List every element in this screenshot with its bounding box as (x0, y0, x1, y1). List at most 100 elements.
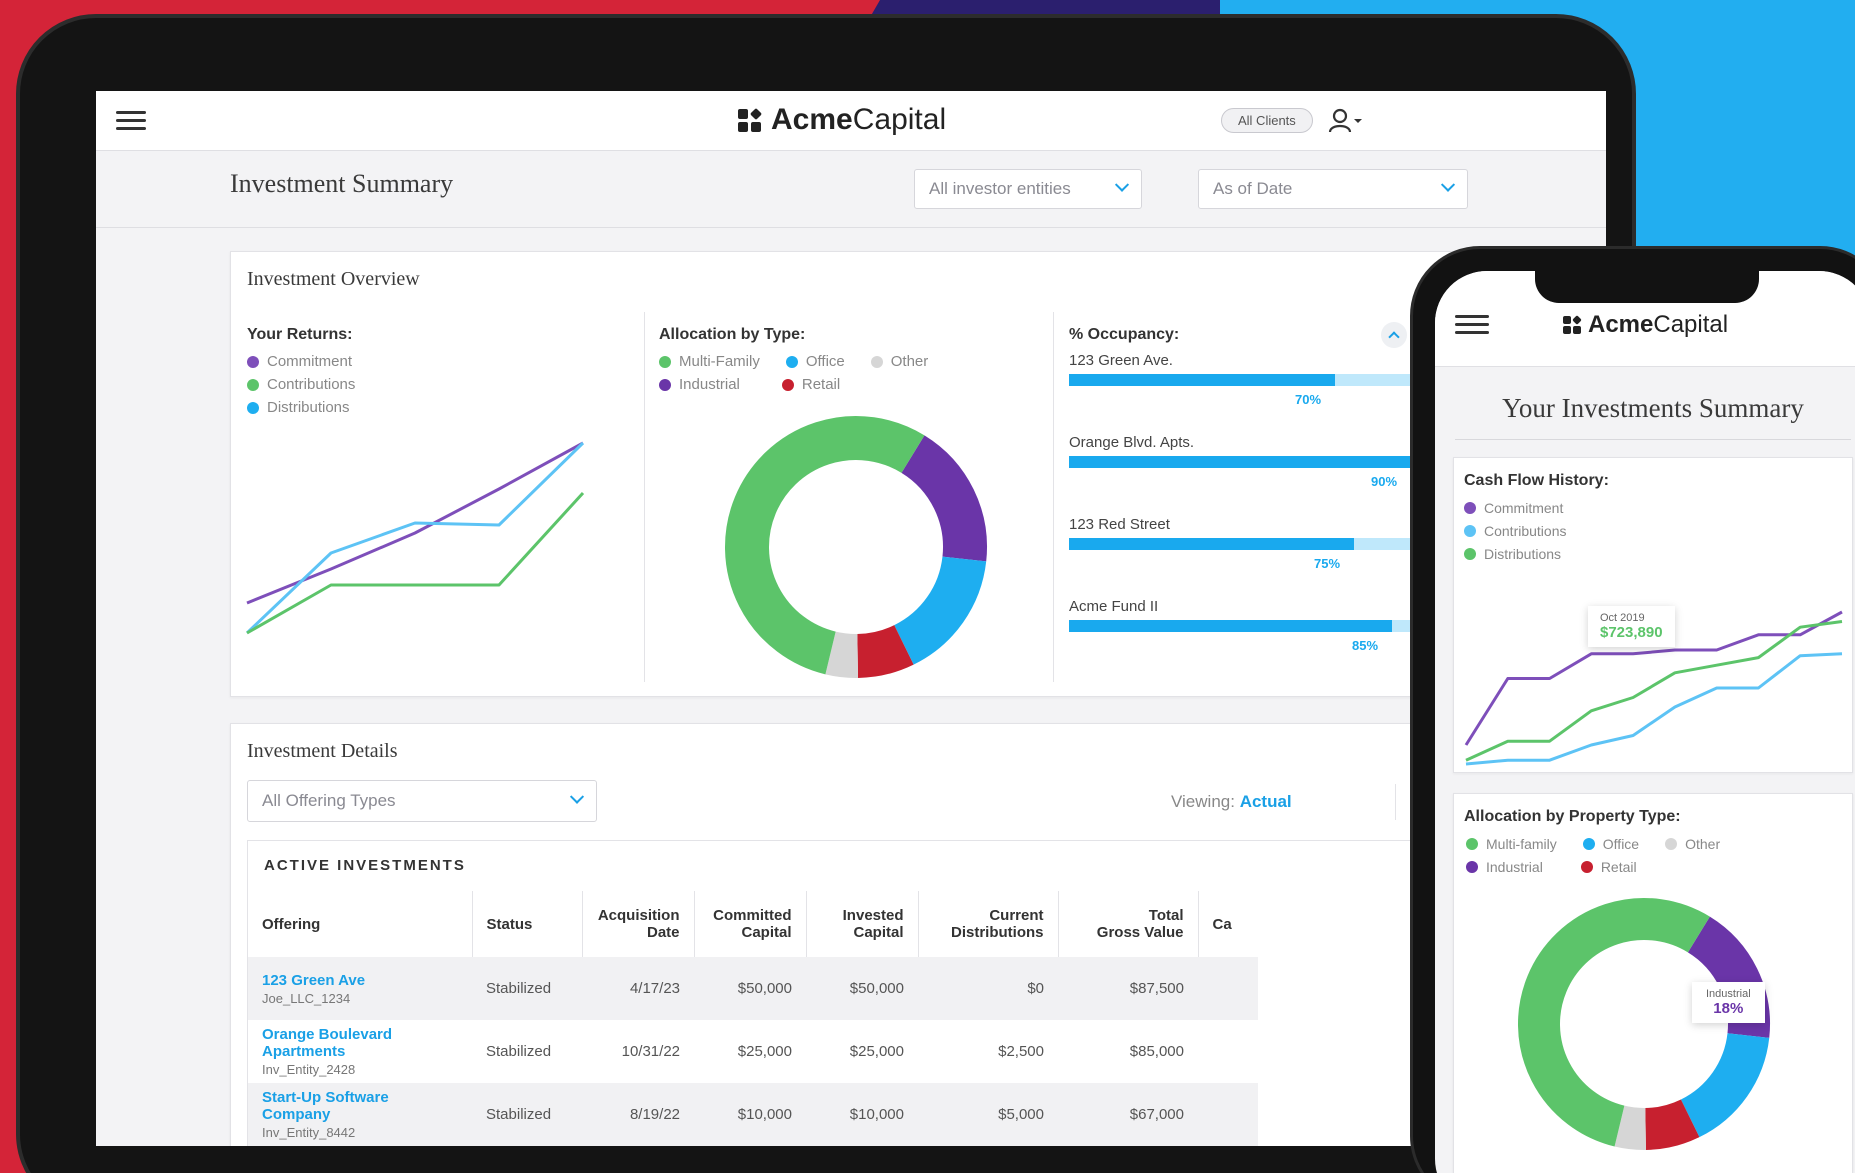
legend-label: Office (805, 353, 845, 370)
table-body: 123 Green Ave Joe_LLC_1234 Stabilized 4/17/… (248, 957, 1258, 1146)
column-header-line1: Total (1148, 907, 1184, 924)
legend-label: Other (890, 353, 929, 370)
column-header[interactable]: Current Distributions (918, 891, 1059, 957)
hamburger-menu-icon[interactable] (116, 111, 146, 131)
column-header-line2: Date (646, 924, 680, 941)
brand-light: Capital (852, 103, 947, 136)
column-header-line2: Gross Value (1096, 924, 1184, 941)
column-header[interactable]: Ca (1198, 891, 1258, 957)
table-row[interactable]: 123 Green Ave Joe_LLC_1234 Stabilized 4/17/… (248, 957, 1258, 1020)
allocation-legend-row: Industrial Retail (659, 373, 928, 396)
occupancy-bar-fill (1069, 538, 1354, 550)
table-row[interactable]: Start-Up Software Company Inv_Entity_8442… (248, 1083, 1258, 1146)
hamburger-menu-icon[interactable] (1455, 315, 1489, 335)
cash-flow-card: Cash Flow History: Commitment Contributi… (1453, 457, 1853, 773)
column-divider (1053, 312, 1054, 682)
entity-name: Inv_Entity_2428 (262, 1062, 356, 1077)
column-header[interactable]: Invested Capital (806, 891, 919, 957)
donut-slice-retail[interactable] (856, 624, 914, 678)
legend-dot (1466, 837, 1478, 850)
donut-slice-office[interactable] (1680, 1032, 1770, 1138)
legend-item-commitment: Commitment (1464, 496, 1567, 519)
allocation-legend-row: Industrial Retail (1466, 855, 1720, 878)
viewing-label: Viewing: (1171, 792, 1235, 811)
chevron-up-icon (1388, 331, 1400, 343)
offering-type-select[interactable]: All Offering Types (247, 780, 597, 822)
offering-link[interactable]: Orange Boulevard Apartments (262, 1026, 458, 1060)
page-title: Investment Summary (230, 169, 454, 198)
occupancy-percent: 70% (1295, 392, 1322, 407)
committed-cell: $10,000 (694, 1083, 806, 1146)
tablet-frame: AcmeCapital All Clients Investment Summa… (16, 14, 1636, 1173)
overview-title: Investment Overview (247, 268, 420, 290)
offering-cell: Orange Boulevard Apartments Inv_Entity_24… (248, 1020, 472, 1083)
column-header-line1: Current (989, 907, 1044, 924)
occupancy-bar-fill (1069, 620, 1392, 632)
donut-slice-other[interactable] (1614, 1105, 1646, 1150)
tooltip-date: Oct 2019 (1600, 612, 1645, 624)
occupancy-percent: 85% (1352, 638, 1379, 653)
legend-dot (1464, 547, 1476, 560)
investor-entity-select-value: All investor entities (929, 179, 1071, 198)
scroll-up-button[interactable] (1381, 322, 1407, 348)
donut-slice-industrial[interactable] (900, 435, 987, 562)
status-cell: Stabilized (472, 1083, 582, 1146)
donut-slice-retail[interactable] (1644, 1099, 1700, 1150)
entity-name: Joe_LLC_1234 (262, 990, 351, 1006)
offering-link[interactable]: Start-Up Software Company (262, 1089, 458, 1123)
allocation-label: Allocation by Type: (659, 326, 806, 343)
acme-logo-icon (738, 107, 763, 132)
donut-slice-multi-family[interactable] (1518, 898, 1710, 1147)
investor-entity-select[interactable]: All investor entities (914, 169, 1142, 209)
series-line-distributions (246, 491, 585, 635)
viewing-value[interactable]: Actual (1240, 792, 1292, 811)
column-header-line2: Capital (853, 924, 904, 941)
series-line-contributions (1465, 652, 1843, 766)
legend-dot (1582, 837, 1595, 850)
gross-cell: $67,000 (1058, 1083, 1198, 1146)
legend-item-distributions: Distributions (1464, 542, 1567, 565)
table-row[interactable]: Orange Boulevard Apartments Inv_Entity_24… (248, 1020, 1258, 1083)
occupancy-bar-track (1069, 374, 1429, 386)
investments-table: Offering Status Acquisition Date Committed Ca… (248, 891, 1258, 1146)
phone-page-title: Your Investments Summary (1502, 393, 1804, 423)
column-header[interactable]: Offering (248, 891, 473, 957)
distributions-cell: $2,500 (998, 1043, 1044, 1060)
invested-cell: $50,000 (806, 957, 918, 1020)
cash-flow-label: Cash Flow History: (1464, 472, 1609, 489)
viewing-toggle[interactable]: Viewing: Actual (1171, 792, 1292, 812)
donut-slice-office[interactable] (893, 555, 987, 665)
legend-label: Other (1685, 835, 1721, 852)
offering-link[interactable]: 123 Green Ave (262, 972, 458, 989)
allocation-property-legend: Multi-family Office Other Industrial Ret… (1466, 832, 1720, 878)
column-header[interactable]: Committed Capital (694, 891, 807, 957)
occupancy-percent: 90% (1371, 474, 1398, 489)
occupancy-list: 123 Green Ave. 70% Orange Blvd. Apts. 90% 12… (1069, 352, 1469, 682)
allocation-donut-chart (725, 416, 987, 678)
toolbar-divider (1395, 784, 1396, 820)
legend-dot (659, 355, 671, 368)
returns-line-chart (245, 441, 585, 635)
legend-label: Retail (801, 376, 841, 393)
phone-frame: AcmeCapital Your Investments Summary Cas… (1410, 246, 1855, 1173)
legend-label: Multi-Family (679, 353, 760, 370)
column-header[interactable]: Acquisition Date (582, 891, 695, 957)
gross-cell: $87,500 (1058, 957, 1198, 1020)
legend-dot (247, 355, 259, 368)
donut-slice-other[interactable] (825, 631, 859, 678)
legend-label: Contributions (267, 376, 356, 393)
user-menu-icon[interactable] (1328, 108, 1362, 134)
occupancy-bar-fill (1069, 456, 1411, 468)
column-header[interactable]: Status (472, 891, 583, 957)
investment-overview-card: Investment Overview Your Returns: Commit… (230, 251, 1476, 697)
chevron-down-icon (569, 789, 585, 804)
date-cell: 10/31/22 (621, 1043, 680, 1060)
legend-label: Industrial (1486, 858, 1543, 875)
all-clients-button[interactable]: All Clients (1221, 108, 1313, 133)
as-of-date-select[interactable]: As of Date (1198, 169, 1468, 209)
donut-slice-multi-family[interactable] (725, 416, 925, 675)
column-divider (644, 312, 645, 682)
column-header-line1: Acquisition (597, 907, 680, 924)
column-header[interactable]: Total Gross Value (1058, 891, 1199, 957)
gross-cell: $85,000 (1129, 1043, 1184, 1060)
